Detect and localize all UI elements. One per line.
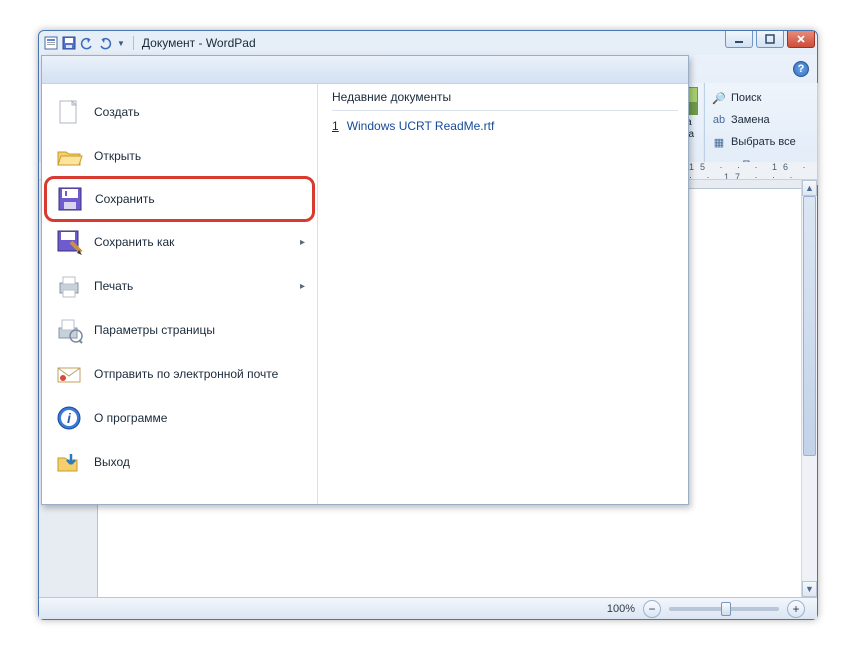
- zoom-in-button[interactable]: +: [787, 600, 805, 618]
- menu-save-label: Сохранить: [95, 192, 155, 206]
- menu-new-label: Создать: [94, 105, 140, 119]
- zoom-slider[interactable]: [669, 607, 779, 611]
- menu-save-as[interactable]: Сохранить как ▸: [46, 220, 313, 264]
- menu-save-as-label: Сохранить как: [94, 235, 174, 249]
- menu-new[interactable]: Создать: [46, 90, 313, 134]
- open-icon: [54, 141, 84, 171]
- replace-icon: ab: [711, 114, 727, 126]
- email-icon: [54, 359, 84, 389]
- zoom-out-button[interactable]: −: [643, 600, 661, 618]
- wordpad-icon: [43, 35, 59, 51]
- find-label: Поиск: [731, 92, 761, 104]
- help-button[interactable]: ?: [793, 61, 809, 77]
- menu-open[interactable]: Открыть: [46, 134, 313, 178]
- menu-about[interactable]: i О программе: [46, 396, 313, 440]
- zoom-percent: 100%: [607, 603, 635, 615]
- find-button[interactable]: 🔎 Поиск: [711, 87, 811, 109]
- vertical-scrollbar[interactable]: ▲ ▼: [801, 180, 817, 597]
- quick-access-toolbar: ▼: [43, 35, 125, 51]
- ruler-ticks: 15 · · · 16 · · · 17 · · ·: [689, 162, 812, 180]
- replace-button[interactable]: ab Замена: [711, 109, 811, 131]
- exit-icon: [54, 447, 84, 477]
- save-icon: [55, 184, 85, 214]
- menu-print-label: Печать: [94, 279, 133, 293]
- replace-label: Замена: [731, 114, 770, 126]
- page-setup-icon: [54, 315, 84, 345]
- select-all-label: Выбрать все: [731, 136, 796, 148]
- app-window: ▼ Документ - WordPad ▼ ? вка екта 🔎 Поис…: [38, 30, 818, 620]
- info-icon: i: [54, 403, 84, 433]
- submenu-arrow-icon: ▸: [300, 281, 305, 292]
- recent-documents-panel: Недавние документы 1 Windows UCRT ReadMe…: [318, 56, 688, 504]
- statusbar: 100% − +: [39, 597, 817, 619]
- scroll-down-icon[interactable]: ▼: [802, 581, 817, 597]
- save-as-icon: [54, 227, 84, 257]
- titlebar: ▼ Документ - WordPad: [39, 31, 817, 55]
- recent-item-name: Windows UCRT ReadMe.rtf: [347, 119, 495, 133]
- window-controls: [725, 31, 815, 48]
- menu-print[interactable]: Печать ▸: [46, 264, 313, 308]
- submenu-arrow-icon: ▸: [300, 237, 305, 248]
- new-icon: [54, 97, 84, 127]
- window-title: Документ - WordPad: [142, 36, 256, 50]
- minimize-button[interactable]: [725, 31, 753, 48]
- recent-document-item[interactable]: 1 Windows UCRT ReadMe.rtf: [332, 117, 678, 135]
- close-button[interactable]: [787, 31, 815, 48]
- title-separator: [133, 36, 134, 50]
- file-menu: Создать Открыть Сохранить Сохранить как: [41, 55, 689, 505]
- menu-about-label: О программе: [94, 411, 167, 425]
- maximize-button[interactable]: [756, 31, 784, 48]
- menu-send-email[interactable]: Отправить по электронной почте: [46, 352, 313, 396]
- scroll-thumb[interactable]: [803, 196, 816, 456]
- file-menu-header-strip: [42, 56, 688, 84]
- zoom-slider-thumb[interactable]: [721, 602, 731, 616]
- menu-save[interactable]: Сохранить: [44, 176, 315, 222]
- menu-exit[interactable]: Выход: [46, 440, 313, 484]
- menu-page-setup-label: Параметры страницы: [94, 323, 215, 337]
- menu-exit-label: Выход: [94, 455, 130, 469]
- redo-qat-button[interactable]: [97, 35, 113, 51]
- print-icon: [54, 271, 84, 301]
- select-all-button[interactable]: ▦ Выбрать все: [711, 131, 811, 153]
- recent-documents-header: Недавние документы: [332, 90, 678, 111]
- menu-open-label: Открыть: [94, 149, 141, 163]
- qat-customize-icon[interactable]: ▼: [117, 39, 125, 48]
- undo-qat-button[interactable]: [79, 35, 95, 51]
- binoculars-icon: 🔎: [711, 92, 727, 105]
- recent-item-number: 1: [332, 119, 339, 133]
- select-all-icon: ▦: [711, 136, 727, 149]
- save-qat-button[interactable]: [61, 35, 77, 51]
- file-menu-commands: Создать Открыть Сохранить Сохранить как: [42, 56, 318, 504]
- scroll-up-icon[interactable]: ▲: [802, 180, 817, 196]
- menu-send-email-label: Отправить по электронной почте: [94, 367, 278, 381]
- menu-page-setup[interactable]: Параметры страницы: [46, 308, 313, 352]
